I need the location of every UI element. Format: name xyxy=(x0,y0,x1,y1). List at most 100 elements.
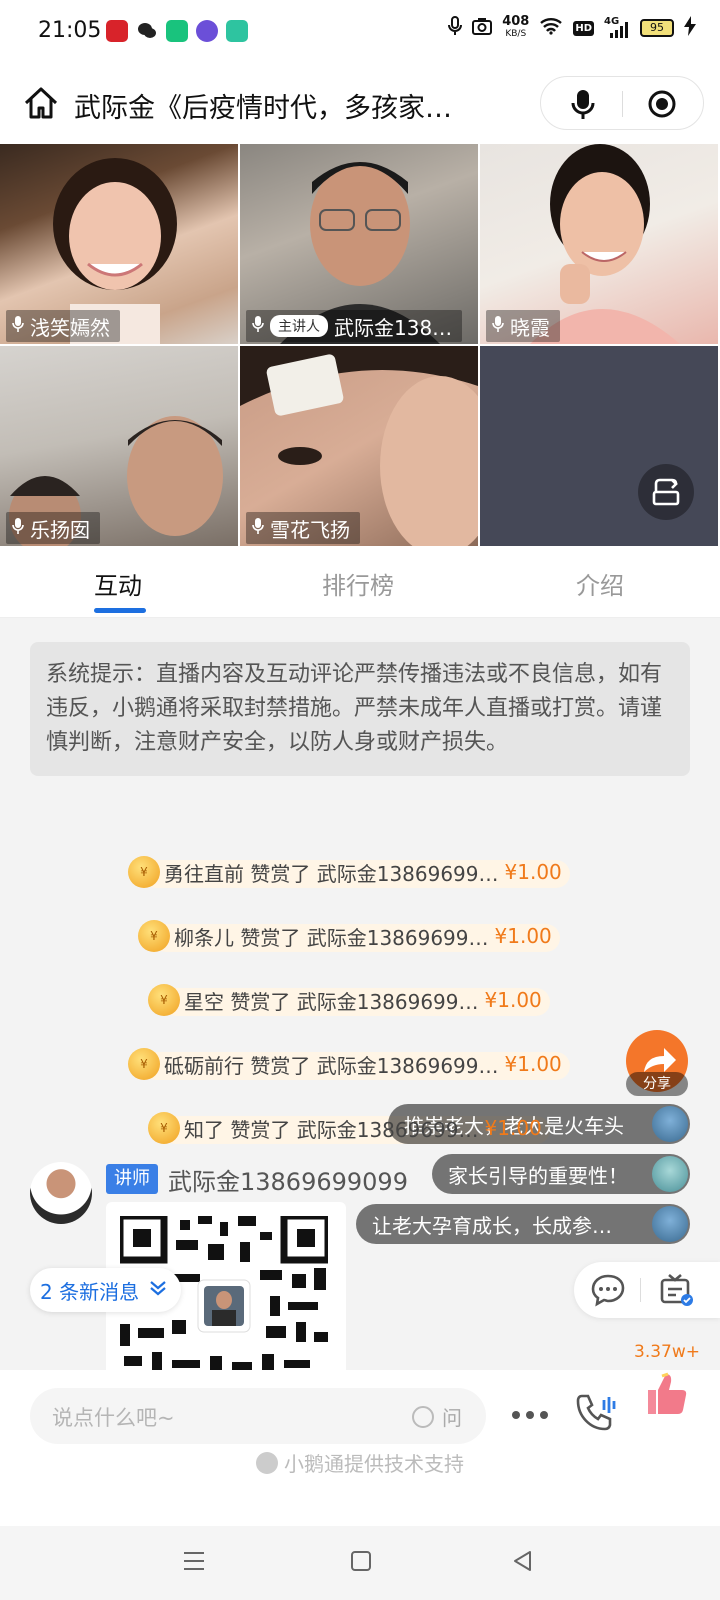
status-right: 408 KB/S HD 4G 95 xyxy=(448,14,696,40)
video-tile[interactable]: 晓霞 xyxy=(480,144,718,344)
app-notification-icon xyxy=(106,20,128,42)
empty-video-tile xyxy=(480,346,718,546)
menu-icon[interactable] xyxy=(182,1550,206,1576)
coin-bag-icon: ¥ xyxy=(148,984,180,1016)
battery-icon: 95 xyxy=(640,19,674,37)
coin-bag-icon: ¥ xyxy=(128,1048,160,1080)
charging-icon xyxy=(684,16,696,40)
participant-name: 晓霞 xyxy=(510,315,550,340)
logo-icon xyxy=(256,1451,278,1474)
video-tile[interactable]: 雪花飞扬 xyxy=(240,346,478,546)
net-speed-value: 408 xyxy=(502,14,530,29)
course-icon[interactable] xyxy=(658,1272,694,1312)
app-notification-icon xyxy=(166,20,188,42)
comment-input[interactable]: 说点什么吧~ 问 xyxy=(30,1388,486,1444)
rotate-screen-icon[interactable] xyxy=(638,464,694,520)
radio-icon xyxy=(412,1405,434,1428)
reward-amount: ¥1.00 xyxy=(484,988,542,1012)
host-badge: 主讲人 xyxy=(270,315,328,337)
participant-name: 武际金138… xyxy=(334,315,453,340)
page-title: 武际金《后疫情时代，多孩家… xyxy=(74,93,452,124)
net-speed-unit: KB/S xyxy=(505,29,527,39)
header-actions xyxy=(540,76,704,130)
new-messages-label: 2 条新消息 xyxy=(40,1279,140,1304)
like-count: 3.37w+ xyxy=(634,1342,700,1362)
reward-text: 星空 赞赏了 武际金13869699… xyxy=(184,989,479,1014)
reward-text: 柳条儿 赞赏了 武际金13869699… xyxy=(174,925,489,950)
microphone-icon xyxy=(252,314,264,338)
reward-item: ¥ 砥砺前行 赞赏了 武际金13869699… ¥1.00 xyxy=(128,1048,570,1080)
interaction-feed[interactable]: 系统提示：直播内容及互动评论严禁传播违法或不良信息，如有违反，小鹅通将采取封禁措… xyxy=(0,618,720,1370)
comment-text: 让老大孕育成长，长成参… xyxy=(372,1213,612,1238)
lecturer-name: 武际金13869699099 xyxy=(168,1168,408,1196)
commenter-avatar xyxy=(652,1106,688,1142)
reward-item: ¥ 勇往直前 赞赏了 武际金13869699… ¥1.00 xyxy=(128,856,570,888)
comment-bubble[interactable]: 让老大孕育成长，长成参… xyxy=(356,1204,690,1244)
reward-text: 砥砺前行 赞赏了 武际金13869699… xyxy=(164,1053,499,1078)
reward-amount: ¥1.00 xyxy=(504,860,562,884)
video-tile[interactable]: 乐扬囡 xyxy=(0,346,238,546)
microphone-icon xyxy=(252,516,264,540)
video-tile[interactable]: 浅笑嫣然 xyxy=(0,144,238,344)
reward-item: ¥ 柳条儿 赞赏了 武际金13869699… ¥1.00 xyxy=(138,920,560,952)
app-notification-icon xyxy=(196,20,218,42)
coin-bag-icon: ¥ xyxy=(128,856,160,888)
participant-name: 雪花飞扬 xyxy=(270,517,350,542)
tab-bar: 互动 排行榜 介绍 xyxy=(0,548,720,618)
participant-label: 乐扬囡 xyxy=(6,512,100,544)
tech-support-credit: 小鹅通提供技术支持 xyxy=(0,1448,720,1477)
comment-input-placeholder: 说点什么吧~ xyxy=(52,1406,175,1430)
double-chevron-down-icon xyxy=(149,1278,167,1302)
wechat-icon xyxy=(136,20,158,42)
participant-name: 浅笑嫣然 xyxy=(30,315,110,340)
microphone-icon xyxy=(12,516,24,540)
microphone-icon[interactable] xyxy=(571,89,595,125)
new-messages-button[interactable]: 2 条新消息 xyxy=(30,1268,182,1312)
page-header: 武际金《后疫情时代，多孩家… xyxy=(0,64,720,144)
video-grid: 浅笑嫣然 主讲人 武际金138… 晓霞 乐扬囡 雪花飞扬 xyxy=(0,144,720,548)
tab-intro[interactable]: 介绍 xyxy=(576,566,624,601)
participant-label: 晓霞 xyxy=(486,310,560,342)
wifi-icon xyxy=(539,17,563,39)
participant-label: 浅笑嫣然 xyxy=(6,310,120,342)
net-speed: 408 KB/S xyxy=(502,14,530,40)
reward-amount: ¥1.00 xyxy=(484,1116,542,1140)
hd-icon: HD xyxy=(573,20,594,36)
microphone-icon xyxy=(12,314,24,338)
divider xyxy=(622,91,623,117)
lecturer-role-tag: 讲师 xyxy=(106,1164,158,1194)
video-tile[interactable]: 主讲人 武际金138… xyxy=(240,144,478,344)
comment-icon[interactable] xyxy=(590,1272,626,1312)
participant-name: 乐扬囡 xyxy=(30,517,90,542)
like-thumb-icon[interactable] xyxy=(642,1370,690,1422)
participant-label: 主讲人 武际金138… xyxy=(246,310,463,342)
credit-text: 小鹅通提供技术支持 xyxy=(284,1452,464,1476)
commenter-avatar xyxy=(652,1206,688,1242)
active-tab-indicator xyxy=(94,608,146,613)
commenter-avatar xyxy=(652,1156,688,1192)
reward-amount: ¥1.00 xyxy=(504,1052,562,1076)
app-notification-icon xyxy=(226,20,248,42)
microphone-status-icon xyxy=(448,16,463,40)
record-icon[interactable] xyxy=(647,89,677,123)
comment-bubble[interactable]: 家长引导的重要性！ xyxy=(432,1154,690,1194)
floating-actions xyxy=(574,1262,720,1318)
back-icon[interactable] xyxy=(512,1550,534,1576)
divider xyxy=(640,1278,641,1302)
camera-status-icon xyxy=(472,17,493,39)
reward-text: 勇往直前 赞赏了 武际金13869699… xyxy=(164,861,499,886)
status-time: 21:05 xyxy=(38,18,102,43)
more-icon[interactable] xyxy=(510,1406,550,1425)
tab-ranking[interactable]: 排行榜 xyxy=(322,566,394,601)
share-button[interactable]: 分享 xyxy=(626,1030,688,1100)
system-navigation-bar xyxy=(0,1526,720,1600)
phone-call-icon[interactable] xyxy=(574,1392,620,1440)
status-bar: 21:05 408 KB/S HD 4G 95 xyxy=(0,0,720,64)
home-square-icon[interactable] xyxy=(350,1550,372,1576)
ask-toggle[interactable]: 问 xyxy=(412,1402,462,1431)
reward-item: ¥ 星空 赞赏了 武际金13869699… ¥1.00 xyxy=(148,984,550,1016)
home-icon[interactable] xyxy=(22,84,60,126)
tab-interaction[interactable]: 互动 xyxy=(94,566,142,601)
lecturer-avatar[interactable] xyxy=(30,1162,92,1224)
coin-bag-icon: ¥ xyxy=(138,920,170,952)
